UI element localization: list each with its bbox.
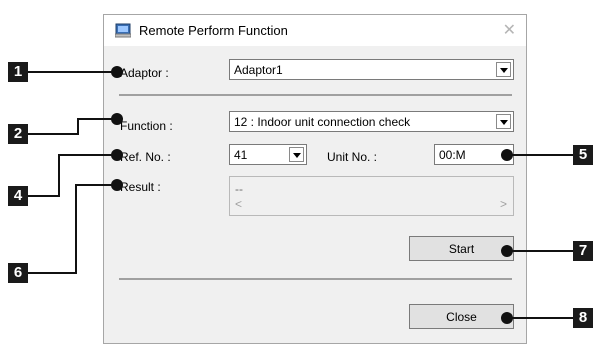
callout-badge-2: 2 — [8, 124, 28, 144]
scroll-right-icon[interactable]: > — [500, 197, 507, 211]
adaptor-label: Adaptor : — [120, 66, 169, 80]
start-button[interactable]: Start — [409, 236, 514, 261]
result-value: -- — [235, 182, 243, 196]
callout-badge-7: 7 — [573, 241, 593, 261]
scroll-left-icon[interactable]: < — [235, 197, 242, 211]
function-label: Function : — [120, 119, 173, 133]
separator — [119, 278, 512, 280]
callout-badge-4: 4 — [8, 186, 28, 206]
callout-dot-6 — [111, 179, 123, 191]
close-button[interactable]: Close — [409, 304, 514, 329]
callout-line-4b — [58, 154, 60, 197]
callout-badge-1: 1 — [8, 62, 28, 82]
callout-line-5 — [509, 154, 574, 156]
function-select[interactable]: 12 : Indoor unit connection check — [229, 111, 514, 132]
chevron-down-icon[interactable] — [496, 114, 511, 129]
callout-line-2a — [28, 133, 78, 135]
callout-dot-2 — [111, 113, 123, 125]
ref-no-label: Ref. No. : — [120, 150, 171, 164]
result-label: Result : — [120, 180, 161, 194]
ref-no-select[interactable]: 41 — [229, 144, 307, 165]
adaptor-value: Adaptor1 — [234, 63, 283, 77]
separator — [119, 94, 512, 96]
callout-line-2b — [77, 118, 79, 135]
callout-dot-1 — [111, 66, 123, 78]
adaptor-select[interactable]: Adaptor1 — [229, 59, 514, 80]
callout-badge-6: 6 — [8, 263, 28, 283]
callout-line-1 — [28, 71, 117, 73]
close-icon[interactable]: ✕ — [503, 20, 516, 40]
callout-line-6b — [75, 184, 77, 274]
callout-dot-4 — [111, 149, 123, 161]
unit-no-label: Unit No. : — [327, 150, 378, 164]
chevron-down-icon[interactable] — [289, 147, 304, 162]
result-box: -- < > — [229, 176, 514, 216]
callout-line-8 — [509, 317, 574, 319]
callout-line-4c — [58, 154, 117, 156]
callout-line-6a — [28, 272, 76, 274]
title-bar: Remote Perform Function ✕ — [104, 15, 526, 46]
chevron-down-icon[interactable] — [496, 62, 511, 77]
ref-no-value: 41 — [234, 148, 248, 162]
remote-perform-dialog: Remote Perform Function ✕ Adaptor : Adap… — [103, 14, 527, 344]
unit-no-value: 00:M — [439, 148, 466, 162]
callout-line-4a — [28, 195, 59, 197]
callout-badge-8: 8 — [573, 308, 593, 328]
window-title: Remote Perform Function — [139, 23, 288, 38]
callout-badge-5: 5 — [573, 145, 593, 165]
app-window-icon — [115, 23, 131, 38]
function-value: 12 : Indoor unit connection check — [234, 115, 411, 129]
callout-line-7 — [509, 250, 574, 252]
